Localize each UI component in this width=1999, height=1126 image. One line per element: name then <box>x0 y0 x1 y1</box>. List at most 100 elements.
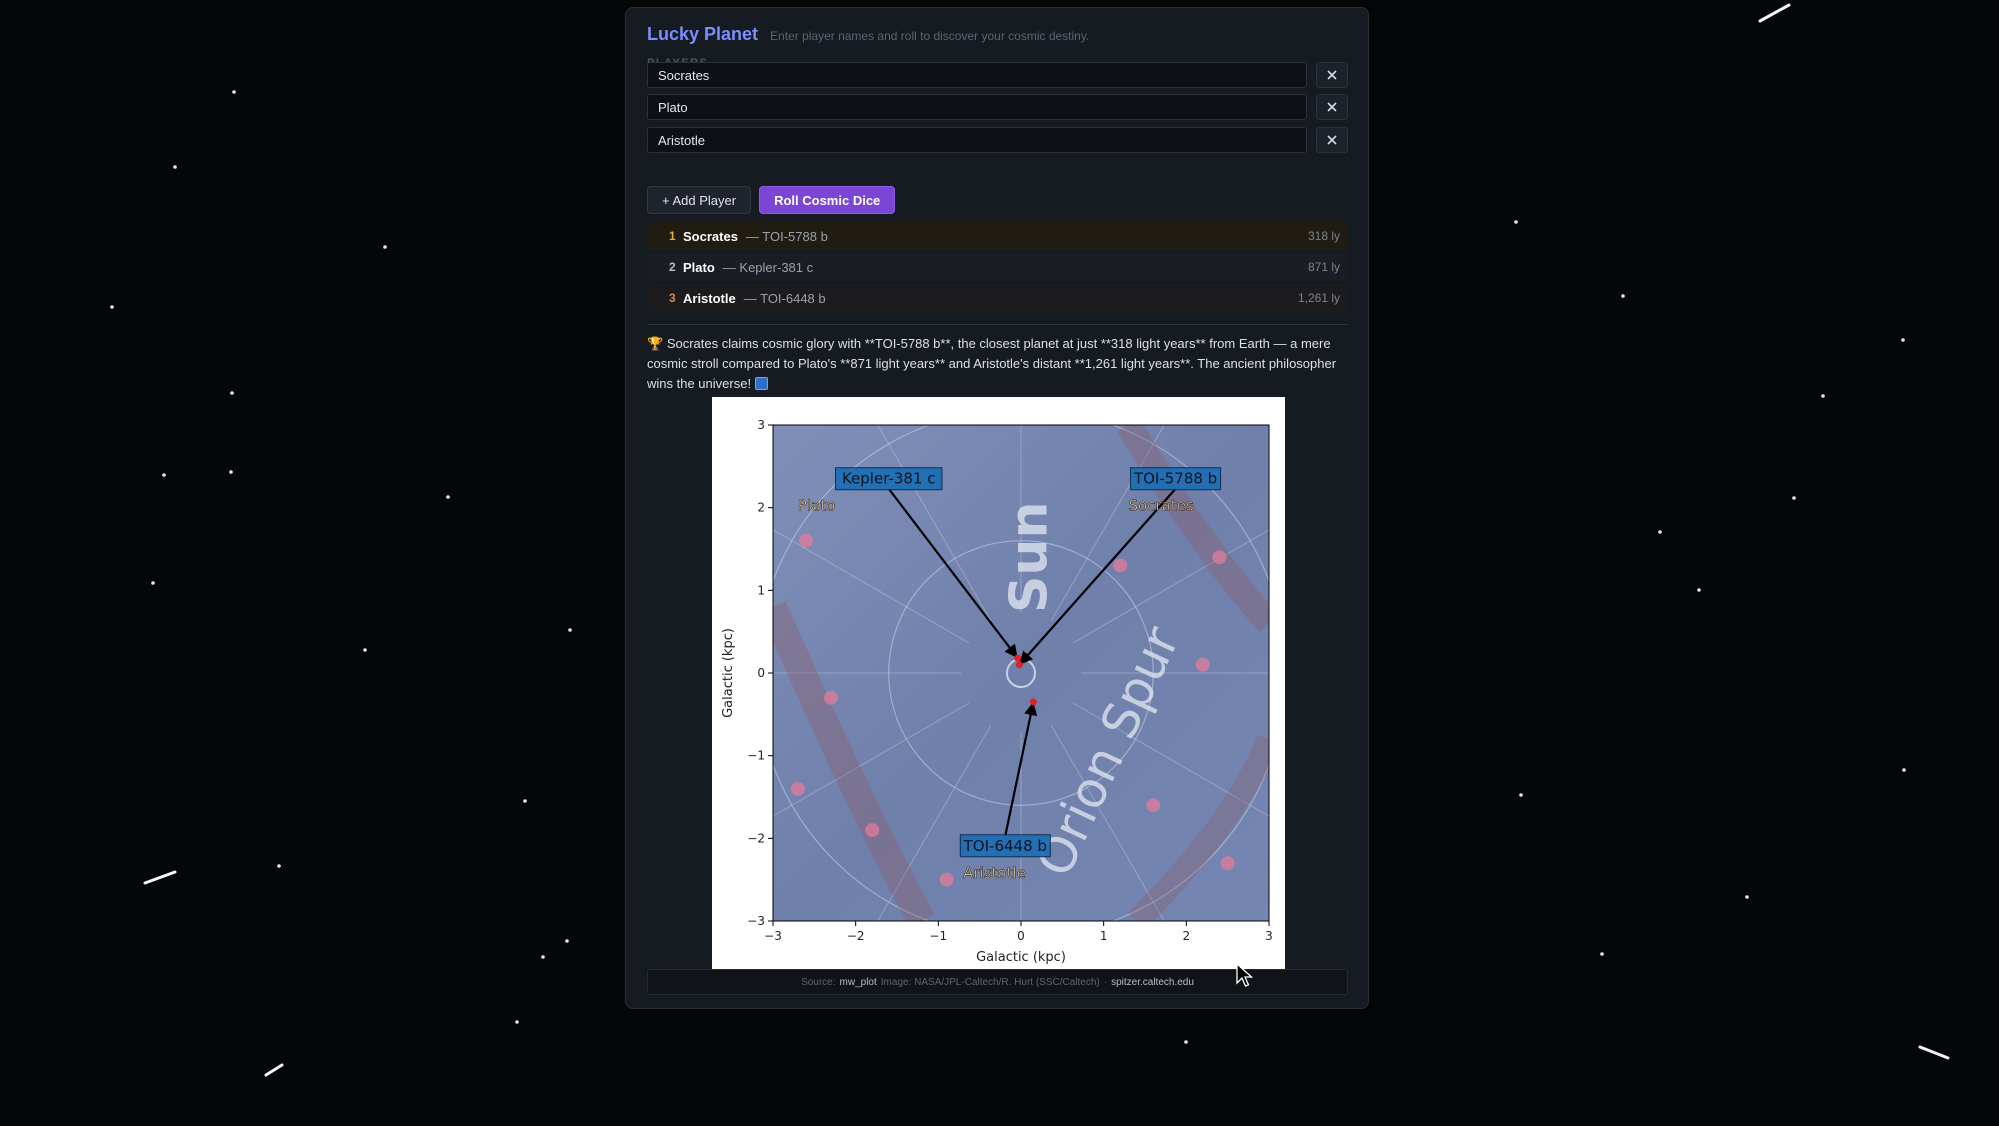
planet-label: Kepler-381 c <box>842 470 936 488</box>
star <box>446 495 450 499</box>
result-distance: 1,261 ly <box>1297 291 1340 305</box>
nebula-blob <box>799 533 814 548</box>
star <box>1600 952 1604 956</box>
divider <box>647 324 1348 325</box>
star <box>1658 530 1662 534</box>
result-rank: 3 <box>669 291 676 305</box>
action-buttons: + Add Player Roll Cosmic Dice <box>647 186 896 214</box>
planet-label: TOI-5788 b <box>1133 470 1217 488</box>
y-tick-label: −2 <box>747 831 765 845</box>
planet-label: TOI-6448 b <box>963 837 1047 855</box>
y-tick-label: −3 <box>747 914 765 928</box>
result-row: 3 Aristotle — TOI-6448 b 1,261 ly <box>647 284 1348 312</box>
star <box>1792 496 1796 500</box>
player-row <box>647 127 1348 153</box>
star-streak <box>1918 1045 1950 1060</box>
x-tick-label: 0 <box>1017 929 1025 943</box>
star <box>363 648 367 652</box>
source-separator: · <box>1103 976 1108 988</box>
star <box>1621 294 1625 298</box>
player-label: Aristotle <box>963 864 1026 882</box>
close-icon <box>1327 102 1337 112</box>
player-name-input[interactable] <box>647 127 1307 153</box>
source-prefix: Source: <box>801 976 836 988</box>
source-site-link[interactable]: spitzer.caltech.edu <box>1111 977 1194 988</box>
player-name-input[interactable] <box>647 94 1307 120</box>
nebula-blob <box>1195 657 1210 672</box>
result-player-name: Socrates <box>683 228 738 244</box>
galaxy-map-chart: Sun Orion Spur −3 −3 −2 −2 −1 −1 0 0 1 1 2 2 3 3 Keple… <box>712 397 1285 975</box>
star <box>568 628 572 632</box>
player-label: Socrates <box>1128 497 1193 515</box>
y-tick-label: 2 <box>757 501 765 515</box>
nebula-blob <box>1146 798 1161 813</box>
star-streak <box>264 1063 284 1077</box>
star <box>232 90 236 94</box>
nebula-blob <box>1212 550 1227 565</box>
planet-point <box>1014 654 1022 662</box>
star <box>229 470 233 474</box>
planet-point <box>1015 661 1023 669</box>
star-streak <box>1758 3 1791 23</box>
star <box>515 1020 519 1024</box>
star <box>1745 895 1749 899</box>
nebula-blob <box>790 781 805 796</box>
remove-player-button[interactable] <box>1316 62 1348 88</box>
check-icon <box>754 377 768 390</box>
header: Lucky Planet Enter player names and roll… <box>647 24 1089 45</box>
result-rank: 1 <box>669 229 676 243</box>
result-player-name: Plato <box>683 259 715 275</box>
result-narration: 🏆 Socrates claims cosmic glory with **TO… <box>647 334 1348 394</box>
star <box>1184 1040 1188 1044</box>
roll-cosmic-dice-button[interactable]: Roll Cosmic Dice <box>759 186 896 214</box>
sun-region-label: Sun <box>999 502 1059 614</box>
star <box>1697 588 1701 592</box>
star <box>565 939 569 943</box>
star <box>277 864 281 868</box>
app-title: Lucky Planet <box>647 24 759 44</box>
star <box>1519 793 1523 797</box>
remove-player-button[interactable] <box>1316 127 1348 153</box>
star <box>523 799 527 803</box>
result-planet: — TOI-6448 b <box>743 290 826 306</box>
y-tick-label: −1 <box>747 749 765 763</box>
app-subtitle: Enter player names and roll to discover … <box>770 29 1090 43</box>
source-lib: mw_plot <box>839 976 877 988</box>
nebula-blob <box>823 690 838 705</box>
nebula-blob <box>939 872 954 887</box>
nebula-blob <box>1113 558 1128 573</box>
result-row: 2 Plato — Kepler-381 c 871 ly <box>647 253 1348 281</box>
x-tick-label: 1 <box>1100 929 1108 943</box>
player-label: Plato <box>798 497 835 515</box>
star <box>110 305 114 309</box>
x-tick-label: 2 <box>1183 929 1191 943</box>
trophy-icon: 🏆 <box>647 336 664 351</box>
star <box>151 581 155 585</box>
y-tick-label: 0 <box>757 666 765 680</box>
star <box>1514 220 1518 224</box>
source-credit: Image: NASA/JPL-Caltech/R. Hurt (SSC/Cal… <box>880 976 1100 988</box>
player-row <box>647 62 1348 88</box>
star <box>1821 394 1825 398</box>
star <box>541 955 545 959</box>
chart-svg: SunOrion Spur −3−3−2−2−1−100112233 Keple… <box>721 418 1273 965</box>
x-tick-label: −2 <box>847 929 865 943</box>
result-player-name: Aristotle <box>683 290 736 306</box>
x-tick-label: −3 <box>764 929 782 943</box>
star <box>173 165 177 169</box>
star-streak <box>143 870 177 885</box>
x-tick-label: 3 <box>1265 929 1273 943</box>
y-tick-label: 3 <box>757 418 765 432</box>
star <box>1901 338 1905 342</box>
y-axis-label: Galactic (kpc) <box>721 628 736 718</box>
planet-point <box>1029 698 1037 706</box>
close-icon <box>1327 70 1337 80</box>
close-icon <box>1327 135 1337 145</box>
add-player-button[interactable]: + Add Player <box>647 186 752 214</box>
star <box>162 473 166 477</box>
player-name-input[interactable] <box>647 62 1307 88</box>
remove-player-button[interactable] <box>1316 94 1348 120</box>
result-planet: — Kepler-381 c <box>722 259 814 275</box>
star <box>1902 768 1906 772</box>
nebula-blob <box>865 823 880 838</box>
